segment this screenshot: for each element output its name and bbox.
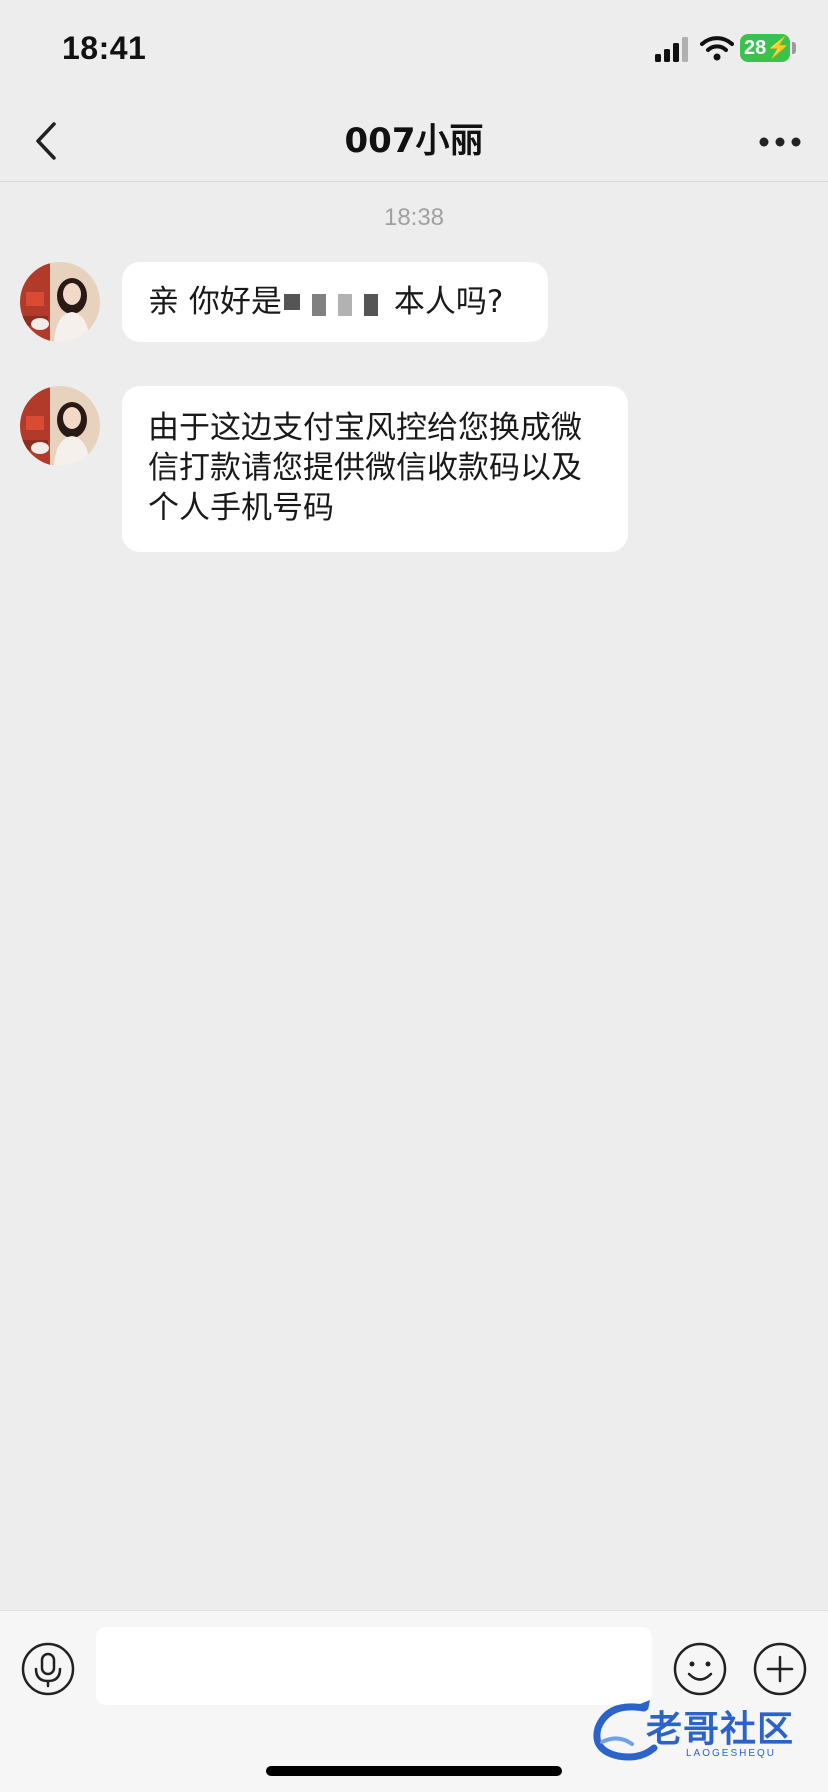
redacted-name-blur [282, 284, 394, 318]
battery-level: 28 [744, 37, 767, 59]
message-text: 由于这边支付宝风控给您换成微信打款请您提供微信收款码以及个人手机号码 [148, 410, 582, 526]
chat-title: 007小丽 [344, 121, 484, 161]
message-timestamp: 18:38 [383, 204, 445, 231]
contact-avatar[interactable] [20, 262, 100, 342]
avatar-photo-icon [20, 386, 100, 466]
status-time: 18:41 [62, 30, 147, 66]
battery-cap [792, 42, 796, 54]
message-text-start: 亲 你好是 [148, 284, 282, 320]
plus-icon[interactable] [752, 1641, 808, 1697]
back-chevron-icon[interactable] [26, 118, 72, 164]
nav-bar: 007小丽 [0, 100, 828, 182]
message-input[interactable] [96, 1627, 652, 1705]
home-indicator[interactable] [266, 1766, 562, 1776]
more-options-icon[interactable] [754, 122, 806, 162]
message-bubble[interactable]: 由于这边支付宝风控给您换成微信打款请您提供微信收款码以及个人手机号码 [122, 386, 628, 552]
message-text-end: 本人吗? [393, 284, 504, 320]
watermark-logo: 老哥社区 LAOGESHEQU [588, 1698, 814, 1764]
contact-avatar[interactable] [20, 386, 100, 466]
avatar-photo-icon [20, 262, 100, 342]
watermark-title: 老哥社区 [646, 1709, 795, 1750]
battery-indicator: 28⚡ [740, 34, 790, 62]
status-bar: 18:41 28⚡ [0, 0, 828, 100]
wifi-icon [700, 36, 734, 61]
charging-bolt-icon: ⚡ [766, 37, 790, 59]
voice-input-icon[interactable] [20, 1641, 76, 1697]
watermark-subtitle: LAOGESHEQU [686, 1748, 777, 1759]
message-bubble[interactable]: 亲 你好是 本人吗? [122, 262, 548, 342]
cellular-signal-icon [655, 37, 688, 62]
emoji-icon[interactable] [672, 1641, 728, 1697]
